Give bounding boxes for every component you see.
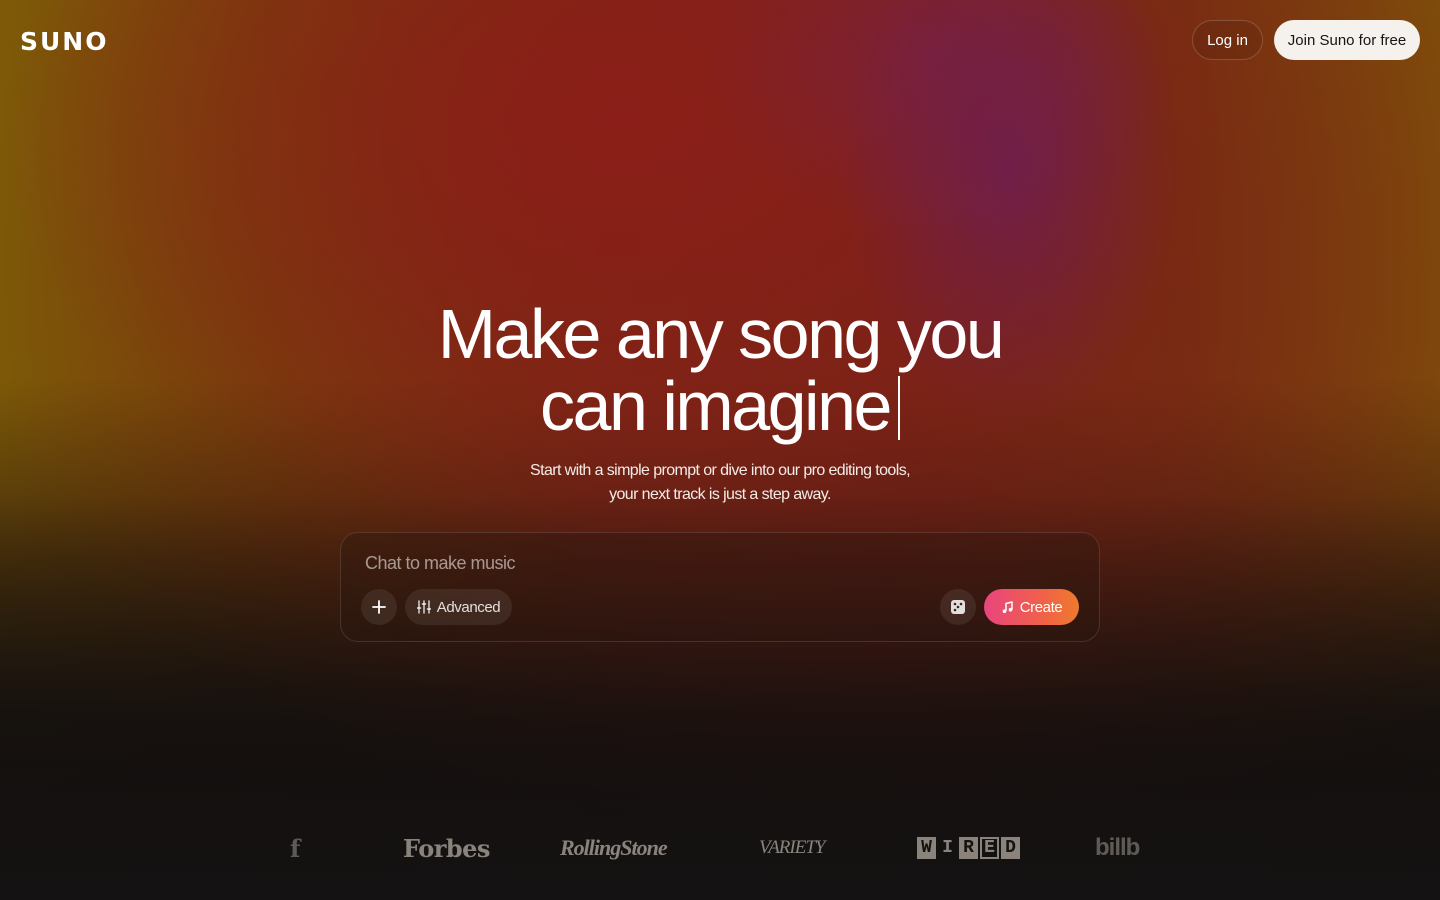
hero-title-line1: Make any song you — [437, 295, 1005, 373]
music-note-icon — [1002, 600, 1013, 613]
billboard-logo: billb — [1095, 834, 1140, 861]
advanced-button[interactable]: Advanced — [405, 589, 512, 625]
advanced-label: Advanced — [436, 598, 501, 616]
prompt-input[interactable] — [365, 553, 1065, 574]
hero-title-line2: can imagine — [540, 367, 892, 445]
hero-background — [0, 0, 1440, 900]
suno-logo[interactable]: SUNO — [20, 27, 108, 56]
rolling-stone-logo: RollingStone — [560, 835, 668, 860]
wired-letter: D — [1001, 837, 1020, 859]
press-logo-partial: f — [290, 833, 301, 863]
hero-subtitle: Start with a simple prompt or dive into … — [530, 462, 910, 503]
join-button[interactable]: Join Suno for free — [1274, 20, 1420, 60]
wired-letter: R — [959, 837, 978, 859]
typing-cursor — [897, 376, 900, 440]
prompt-composer: Advanced Create — [340, 532, 1100, 642]
hero-title: Make any song you can imagine — [320, 298, 1120, 442]
plus-icon — [372, 600, 386, 614]
wired-letter: I — [942, 838, 953, 858]
login-button[interactable]: Log in — [1192, 20, 1263, 60]
create-label: Create — [1019, 598, 1063, 616]
forbes-logo: Forbes — [403, 833, 490, 863]
wired-letter: W — [917, 837, 936, 859]
dice-icon — [951, 600, 965, 614]
create-button[interactable]: Create — [984, 589, 1079, 625]
variety-logo: VARIETY — [759, 837, 825, 858]
press-logos-strip: f Forbes RollingStone VARIETY W I R E D … — [280, 828, 1160, 868]
random-prompt-button[interactable] — [940, 589, 976, 625]
add-button[interactable] — [361, 589, 397, 625]
wired-letter: E — [980, 837, 999, 859]
wired-logo: W I R E D — [917, 828, 1020, 868]
sliders-icon — [416, 600, 431, 614]
